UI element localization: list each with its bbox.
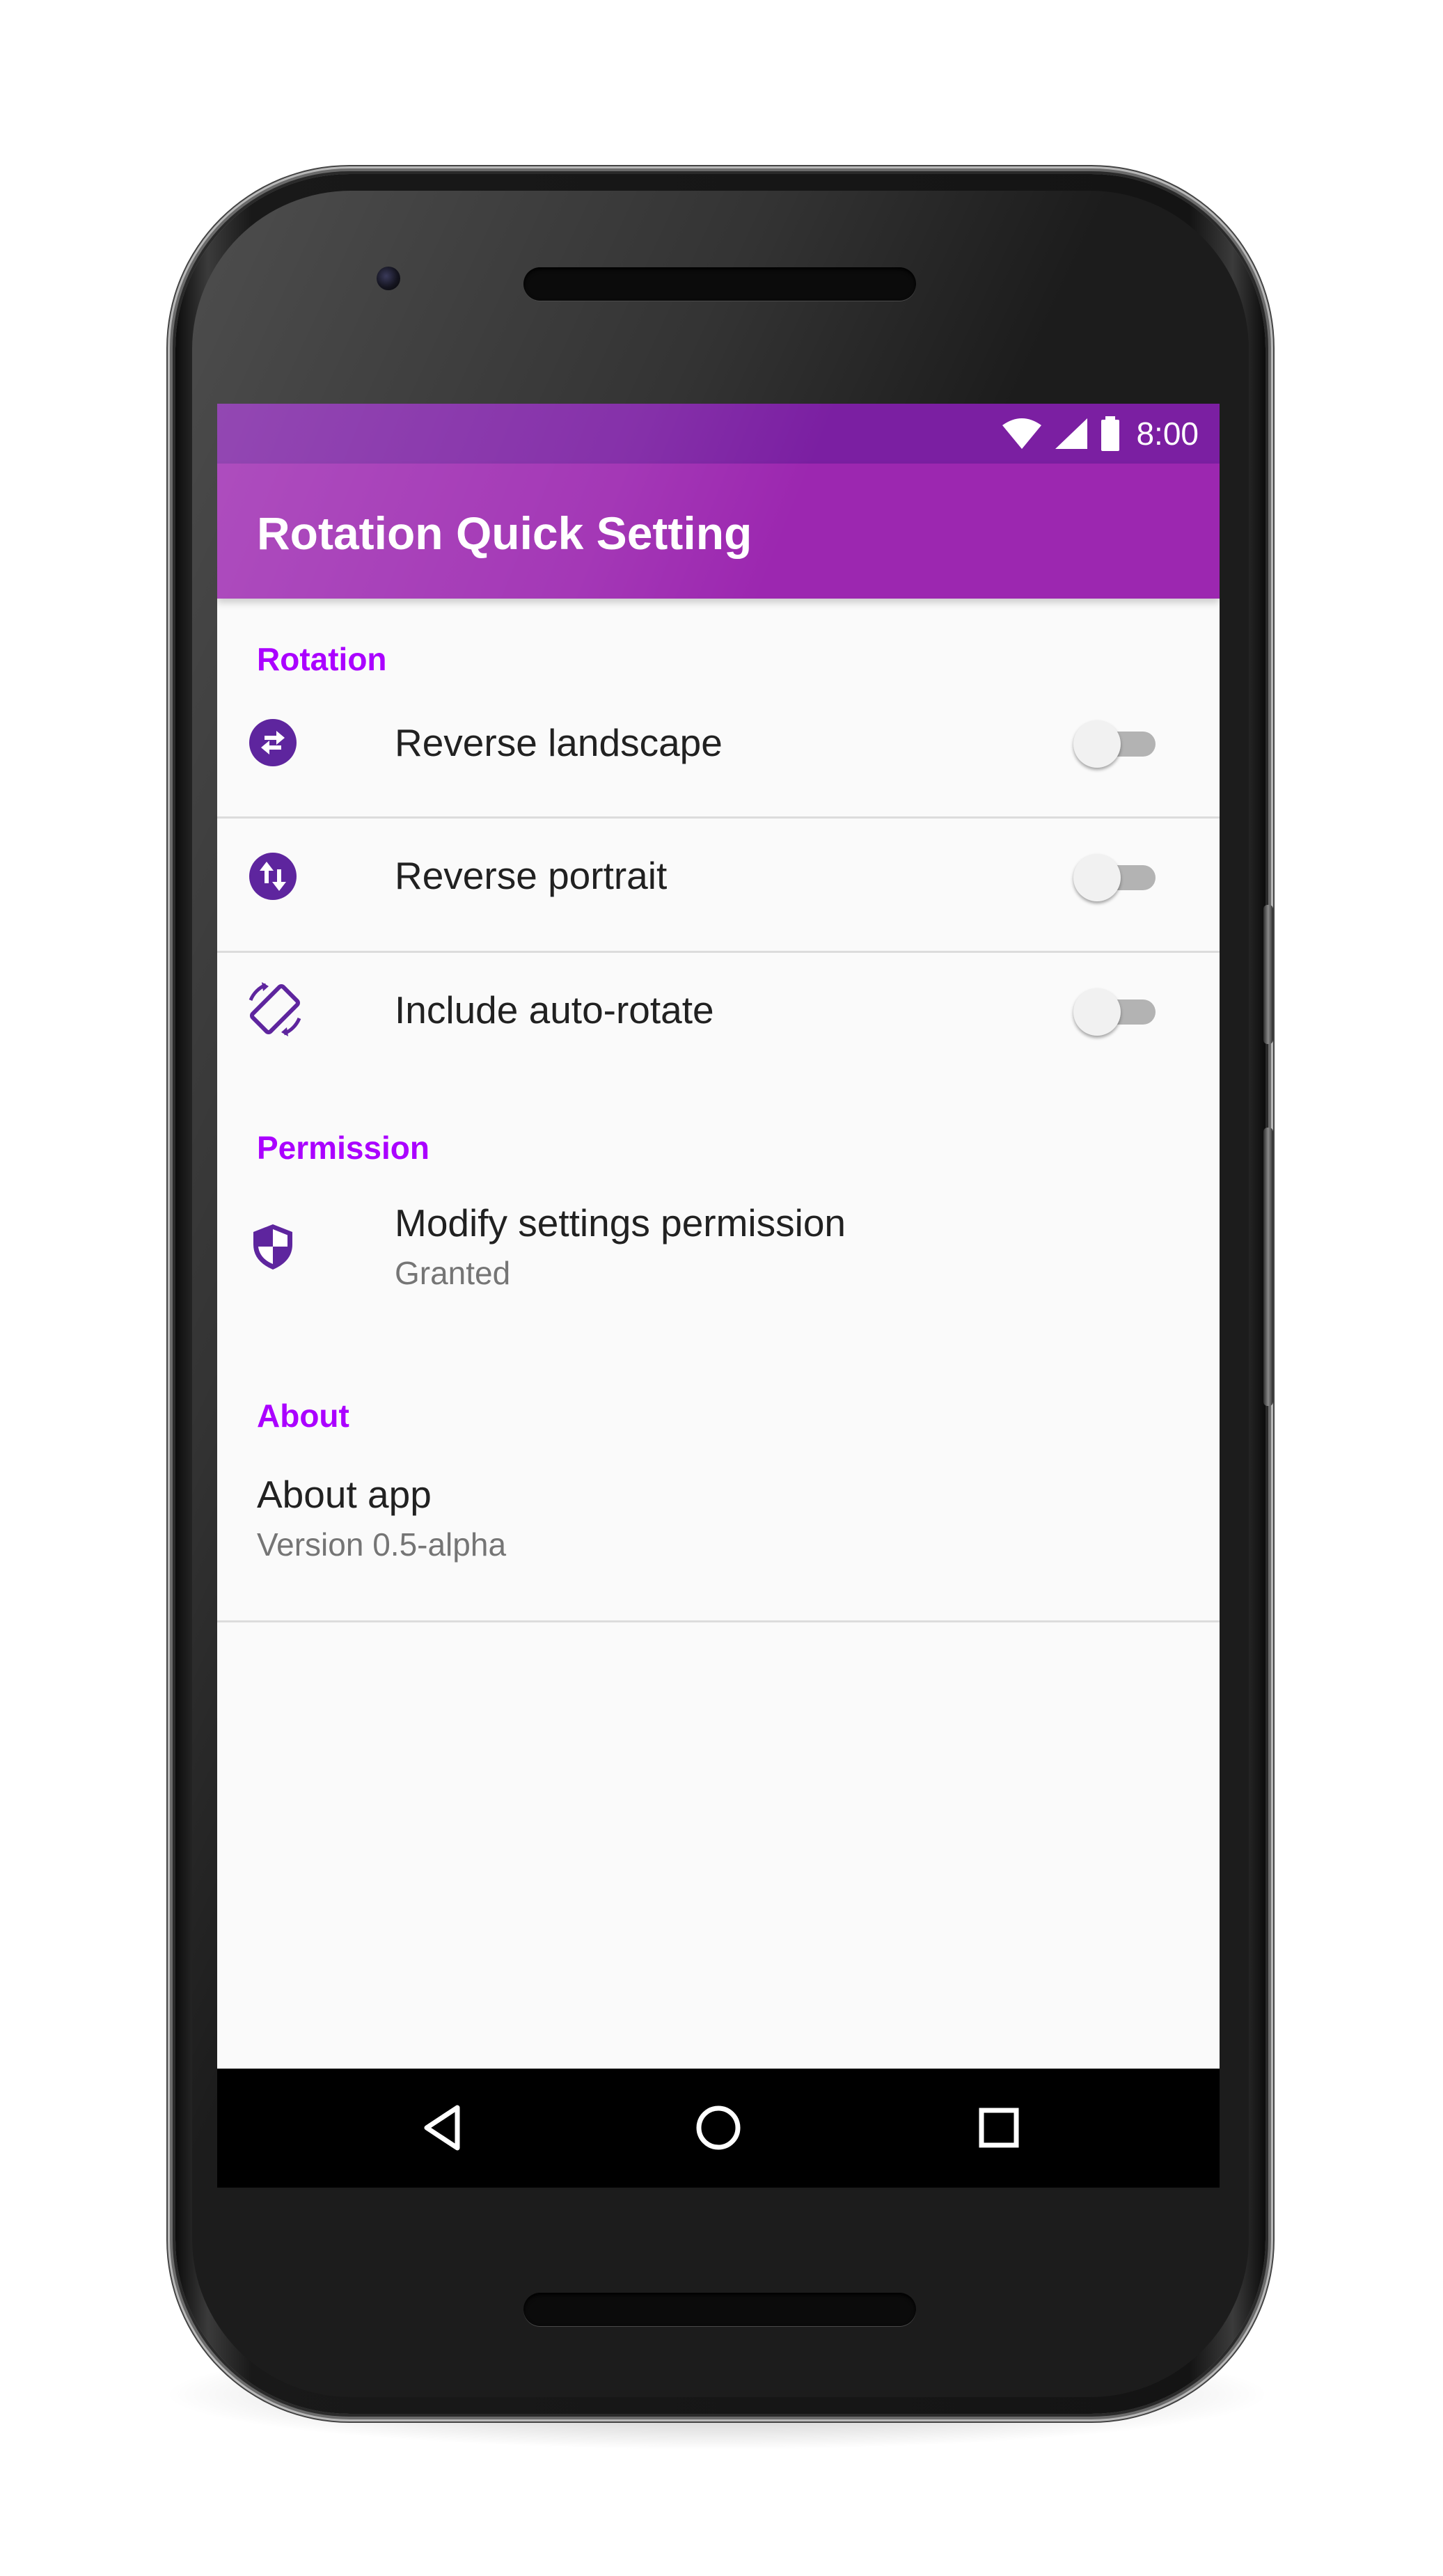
reverse-landscape-switch[interactable]	[1073, 718, 1158, 768]
status-bar: 8:00	[217, 404, 1220, 464]
security-shield-icon	[253, 1224, 292, 1270]
pref-reverse-landscape[interactable]: Reverse landscape	[217, 682, 1220, 803]
power-button	[1263, 1128, 1273, 1406]
include-auto-rotate-switch[interactable]	[1073, 986, 1158, 1036]
screen-rotation-icon	[249, 982, 301, 1036]
swap-horizontal-circle-icon	[249, 719, 297, 766]
reverse-portrait-switch[interactable]	[1073, 851, 1158, 901]
app-bar: Rotation Quick Setting	[217, 464, 1220, 599]
navigation-bar	[217, 2069, 1220, 2188]
pref-label: Include auto-rotate	[395, 988, 714, 1032]
home-icon[interactable]	[687, 2096, 750, 2159]
status-time: 8:00	[1136, 416, 1199, 452]
section-header-about: About	[257, 1398, 349, 1434]
pref-label: Reverse portrait	[395, 854, 668, 897]
swap-vertical-circle-icon	[249, 853, 297, 900]
screen: 8:00 Rotation Quick Setting Rotation Rev…	[217, 404, 1220, 2188]
switch-thumb	[1073, 988, 1121, 1036]
switch-thumb	[1073, 720, 1121, 768]
pref-summary: Granted	[395, 1255, 511, 1291]
top-speaker	[523, 267, 916, 301]
switch-thumb	[1073, 854, 1121, 901]
pref-modify-settings-permission[interactable]: Modify settings permission Granted	[217, 1176, 1220, 1329]
bottom-speaker	[523, 2293, 916, 2326]
divider	[217, 1620, 1220, 1622]
volume-button	[1263, 905, 1273, 1044]
pref-include-auto-rotate[interactable]: Include auto-rotate	[217, 953, 1220, 1085]
pref-label: About app	[257, 1473, 432, 1516]
wifi-icon	[1002, 418, 1042, 449]
app-title: Rotation Quick Setting	[257, 507, 752, 559]
battery-icon	[1101, 416, 1120, 451]
status-icons: 8:00	[1001, 413, 1199, 454]
section-header-rotation: Rotation	[257, 641, 387, 677]
pref-summary: Version 0.5-alpha	[257, 1526, 507, 1563]
back-icon[interactable]	[414, 2096, 477, 2159]
pref-label: Reverse landscape	[395, 721, 723, 764]
cell-signal-icon	[1055, 418, 1088, 449]
pref-about-app[interactable]: About app Version 0.5-alpha	[217, 1441, 1220, 1611]
pref-reverse-portrait[interactable]: Reverse portrait	[217, 819, 1220, 951]
pref-label: Modify settings permission	[395, 1201, 846, 1244]
recents-icon[interactable]	[968, 2096, 1030, 2159]
section-header-permission: Permission	[257, 1130, 429, 1166]
front-camera	[377, 267, 400, 290]
